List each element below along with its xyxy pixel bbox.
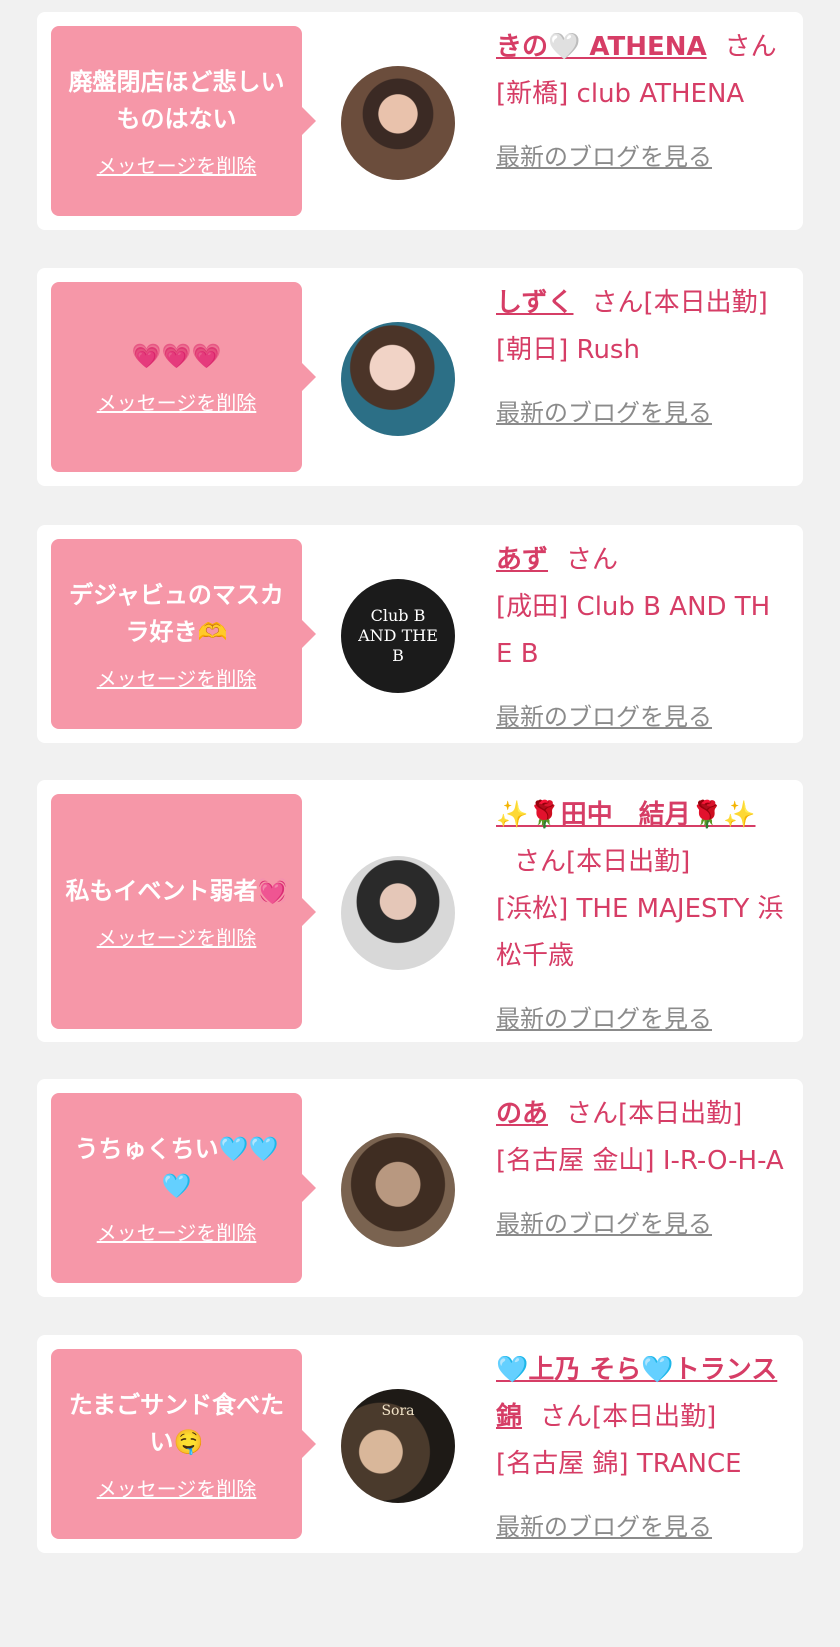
- delete-message-link[interactable]: メッセージを削除: [97, 1473, 257, 1502]
- message-card: 💗💗💗 メッセージを削除 しずく さん[本日出勤] [朝日] Rush 最新のブロ…: [37, 268, 803, 486]
- message-bubble: うちゅくちい🩵🩵🩵 メッセージを削除: [51, 1093, 316, 1283]
- delete-message-link[interactable]: メッセージを削除: [97, 387, 257, 416]
- cast-name-link[interactable]: ✨🌹田中 結月🌹✨: [496, 800, 756, 830]
- honorific-status: さん: [724, 32, 777, 62]
- cast-info: ✨🌹田中 結月🌹✨さん[本日出勤] [浜松] THE MAJESTY 浜松千歳 …: [496, 792, 786, 1043]
- latest-blog-link[interactable]: 最新のブログを見る: [496, 1201, 786, 1248]
- avatar[interactable]: [341, 1133, 455, 1247]
- message-card: うちゅくちい🩵🩵🩵 メッセージを削除 のあ さん[本日出勤] [名古屋 金山] I…: [37, 1079, 803, 1297]
- cast-name-link[interactable]: しずく: [496, 288, 573, 318]
- message-bubble: デジャビュのマスカラ好き🫶 メッセージを削除: [51, 539, 316, 729]
- message-bubble: 私もイベント弱者💓 メッセージを削除: [51, 794, 316, 1029]
- cast-name-link[interactable]: のあ: [496, 1099, 548, 1129]
- latest-blog-link[interactable]: 最新のブログを見る: [496, 694, 786, 741]
- message-text: うちゅくちい🩵🩵🩵: [74, 1134, 279, 1200]
- shop-logo-text: Club B AND THE B: [358, 606, 438, 665]
- avatar[interactable]: [341, 322, 455, 436]
- latest-blog-link[interactable]: 最新のブログを見る: [496, 390, 786, 437]
- shop-label: [朝日] Rush: [496, 335, 640, 365]
- delete-message-link[interactable]: メッセージを削除: [97, 663, 257, 692]
- message-list: 廃盤閉店ほど悲しいものはない メッセージを削除 きの🤍 ATHENA さん [新橋…: [0, 0, 840, 1647]
- shop-label: [名古屋 金山] I-R-O-H-A: [496, 1146, 784, 1176]
- avatar[interactable]: Club B AND THE B: [341, 579, 455, 693]
- latest-blog-link[interactable]: 最新のブログを見る: [496, 996, 786, 1043]
- message-text: 廃盤閉店ほど悲しいものはない: [68, 67, 285, 133]
- honorific-status: さん[本日出勤]: [514, 847, 691, 877]
- honorific-status: さん[本日出勤]: [591, 288, 768, 318]
- avatar[interactable]: Sora: [341, 1389, 455, 1503]
- message-bubble: 廃盤閉店ほど悲しいものはない メッセージを削除: [51, 26, 316, 216]
- cast-name-link[interactable]: あず: [496, 545, 548, 575]
- message-card: 廃盤閉店ほど悲しいものはない メッセージを削除 きの🤍 ATHENA さん [新橋…: [37, 12, 803, 230]
- shop-label: [成田] Club B AND THE B: [496, 592, 771, 669]
- avatar[interactable]: [341, 856, 455, 970]
- message-text: 💗💗💗: [131, 342, 222, 370]
- message-text: 私もイベント弱者💓: [65, 876, 288, 905]
- message-bubble: 💗💗💗 メッセージを削除: [51, 282, 316, 472]
- message-bubble: たまごサンド食べたい🤤 メッセージを削除: [51, 1349, 316, 1539]
- avatar-text: Sora: [381, 1403, 415, 1419]
- cast-info: あず さん [成田] Club B AND THE B 最新のブログを見る: [496, 537, 786, 741]
- message-card: デジャビュのマスカラ好き🫶 メッセージを削除 Club B AND THE B …: [37, 525, 803, 743]
- latest-blog-link[interactable]: 最新のブログを見る: [496, 1504, 786, 1551]
- cast-name-link[interactable]: きの🤍 ATHENA: [496, 32, 707, 62]
- shop-label: [浜松] THE MAJESTY 浜松千歳: [496, 894, 784, 971]
- cast-info: きの🤍 ATHENA さん [新橋] club ATHENA 最新のブログを見る: [496, 24, 786, 181]
- avatar[interactable]: [341, 66, 455, 180]
- cast-info: のあ さん[本日出勤] [名古屋 金山] I-R-O-H-A 最新のブログを見る: [496, 1091, 786, 1248]
- message-text: デジャビュのマスカラ好き🫶: [69, 580, 284, 646]
- message-text: たまごサンド食べたい🤤: [68, 1390, 285, 1456]
- cast-info: 🩵上乃 そら🩵トランス 錦さん[本日出勤] [名古屋 錦] TRANCE 最新の…: [496, 1347, 786, 1551]
- message-card: 私もイベント弱者💓 メッセージを削除 ✨🌹田中 結月🌹✨ さん[本日出勤] [浜松…: [37, 780, 803, 1042]
- honorific-status: さん[本日出勤]: [540, 1402, 717, 1432]
- message-card: たまごサンド食べたい🤤 メッセージを削除 Sora 🩵上乃 そら🩵トランス 錦さ…: [37, 1335, 803, 1553]
- shop-label: [新橋] club ATHENA: [496, 79, 745, 109]
- honorific-status: さん[本日出勤]: [566, 1099, 743, 1129]
- delete-message-link[interactable]: メッセージを削除: [97, 150, 257, 179]
- delete-message-link[interactable]: メッセージを削除: [97, 922, 257, 951]
- shop-label: [名古屋 錦] TRANCE: [496, 1449, 742, 1479]
- latest-blog-link[interactable]: 最新のブログを見る: [496, 134, 786, 181]
- honorific-status: さん: [566, 545, 619, 575]
- delete-message-link[interactable]: メッセージを削除: [97, 1217, 257, 1246]
- cast-info: しずく さん[本日出勤] [朝日] Rush 最新のブログを見る: [496, 280, 786, 437]
